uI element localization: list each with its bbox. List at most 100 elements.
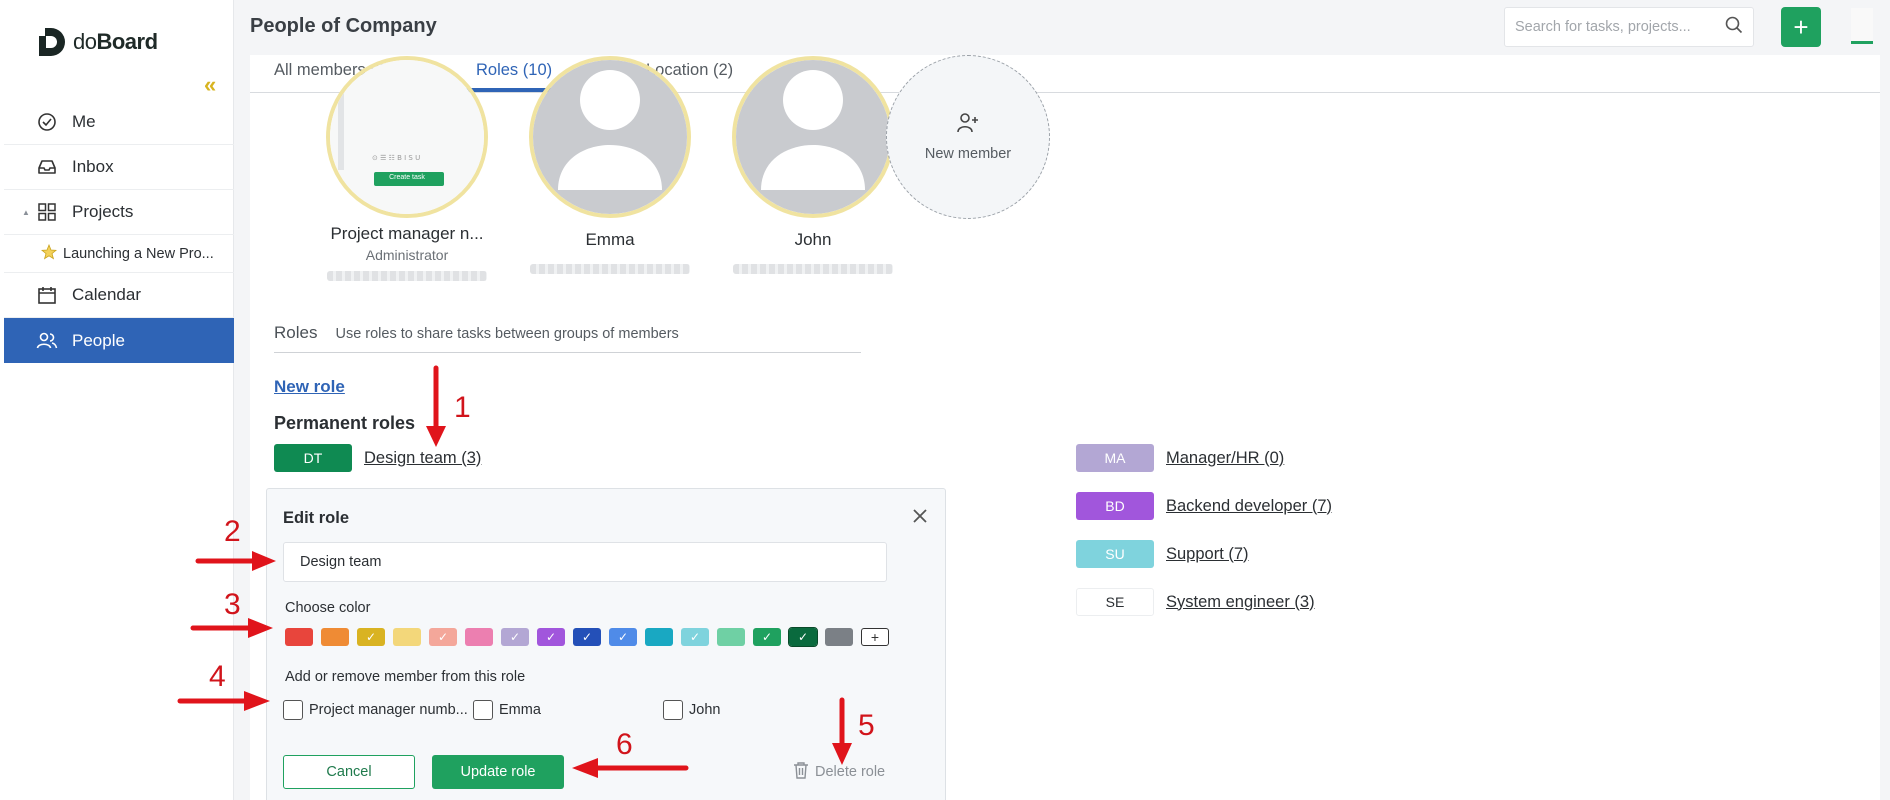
checkbox[interactable] [663,700,683,720]
sidebar-item-calendar[interactable]: Calendar [4,273,234,318]
role-link[interactable]: Manager/HR (0) [1166,449,1284,468]
member-card-emma[interactable]: Emma [510,56,710,274]
role-row-system-engineer[interactable]: SE System engineer (3) [1076,588,1315,616]
members-label: Add or remove member from this role [285,669,526,685]
search-input[interactable] [1515,19,1725,35]
color-swatch-light-teal[interactable]: ✓ [681,628,709,646]
role-row-backend-developer[interactable]: BD Backend developer (7) [1076,492,1332,520]
collapse-sidebar-icon[interactable]: « [204,72,216,98]
color-swatch-red[interactable] [285,628,313,646]
color-swatch-mint[interactable] [717,628,745,646]
role-link[interactable]: Design team (3) [364,449,481,468]
checkbox[interactable] [473,700,493,720]
color-swatch-dark-green-selected[interactable]: ✓ [788,627,818,647]
permanent-roles-title: Permanent roles [274,413,416,433]
sidebar-item-label: Inbox [72,157,114,176]
member-name: Emma [585,230,635,249]
check-icon: ✓ [509,630,521,644]
color-swatch-blue[interactable]: ✓ [609,628,637,646]
color-swatch-teal[interactable] [645,628,673,646]
color-swatch-salmon[interactable]: ✓ [429,628,457,646]
member-checkbox-project-manager[interactable]: Project manager numb... [283,700,468,720]
new-member-button[interactable]: New member [886,55,1050,219]
member-email-blurred [530,264,690,274]
checkbox-label: Project manager numb... [309,702,468,718]
sidebar-item-label: People [72,330,125,350]
color-swatch-dark-blue[interactable]: ✓ [573,628,601,646]
edit-role-dialog: Edit role Choose color ✓ ✓ ✓ ✓ ✓ ✓ ✓ ✓ ✓… [266,488,946,800]
color-swatch-pink[interactable] [465,628,493,646]
close-icon[interactable] [909,505,931,527]
roles-header: Roles Use roles to share tasks between g… [274,323,861,353]
role-badge: DT [274,444,352,472]
role-badge: SE [1076,588,1154,616]
cancel-button[interactable]: Cancel [283,755,415,789]
role-row-manager-hr[interactable]: MA Manager/HR (0) [1076,444,1284,472]
member-email-blurred [733,264,893,274]
logo-prefix: do [73,29,97,54]
search-box[interactable] [1504,7,1754,47]
check-icon: ✓ [365,630,377,644]
color-swatch-gray[interactable] [825,628,853,646]
check-icon: ✓ [545,630,557,644]
doboard-logo[interactable]: doBoard [37,26,158,58]
inbox-icon [36,156,58,178]
member-card-john[interactable]: John [713,56,913,274]
trash-icon [793,761,809,783]
sidebar-nav: Me Inbox ▲ Projects Launching a New Pro.… [4,100,234,363]
role-link[interactable]: System engineer (3) [1166,593,1315,612]
logo-suffix: Board [96,29,158,54]
main-content: All members (3) Roles (10) Location (2) … [250,55,1880,800]
role-link[interactable]: Support (7) [1166,545,1249,564]
member-card-project-manager[interactable]: ⊙ ☰ ☷ B I S U Create task Project manage… [307,56,507,281]
role-name-input[interactable] [283,542,887,582]
member-name: John [794,230,832,249]
search-icon[interactable] [1725,16,1743,39]
new-role-link[interactable]: New role [274,377,345,397]
tab-roles[interactable]: Roles (10) [476,61,552,80]
member-avatar [529,56,691,218]
update-role-button[interactable]: Update role [432,755,564,789]
member-avatar: ⊙ ☰ ☷ B I S U Create task [326,56,488,218]
sidebar-item-projects[interactable]: ▲ Projects [4,190,234,235]
member-checkbox-emma[interactable]: Emma [473,700,541,720]
member-checkbox-john[interactable]: John [663,700,720,720]
color-swatch-orange[interactable] [321,628,349,646]
member-avatar [732,56,894,218]
svg-text:⊙ ☰ ☷ B I S U: ⊙ ☰ ☷ B I S U [372,154,420,162]
add-color-button[interactable]: + [861,628,889,646]
color-swatch-lavender[interactable]: ✓ [501,628,529,646]
sidebar: doBoard « Me Inbox ▲ Projects Launching … [0,0,234,800]
checkbox-label: Emma [499,702,541,718]
expand-triangle-icon[interactable]: ▲ [22,208,30,217]
sidebar-item-me[interactable]: Me [4,100,234,145]
color-swatch-yellow[interactable] [393,628,421,646]
add-user-icon [956,112,980,138]
sidebar-item-inbox[interactable]: Inbox [4,145,234,190]
sidebar-item-label: Launching a New Pro... [63,245,214,262]
color-swatch-mustard[interactable]: ✓ [357,628,385,646]
role-row-design-team[interactable]: DT Design team (3) [274,444,481,472]
annotation-number-6: 6 [616,728,633,761]
user-avatar[interactable] [1851,8,1873,44]
add-button[interactable]: + [1781,7,1821,47]
edit-role-title: Edit role [283,509,350,527]
header: People of Company + [234,0,1890,55]
star-icon [40,243,58,264]
sidebar-item-people[interactable]: People [4,318,234,363]
sidebar-item-project-launching[interactable]: Launching a New Pro... [4,235,234,273]
role-link[interactable]: Backend developer (7) [1166,497,1332,516]
create-task-label: Create task [389,174,425,181]
check-icon: ✓ [581,630,593,644]
role-badge: BD [1076,492,1154,520]
calendar-icon [36,284,58,306]
checkbox[interactable] [283,700,303,720]
color-swatch-green[interactable]: ✓ [753,628,781,646]
check-icon: ✓ [761,630,773,644]
roles-title: Roles [274,323,318,342]
color-swatch-purple[interactable]: ✓ [537,628,565,646]
people-icon [36,330,58,352]
role-row-support[interactable]: SU Support (7) [1076,540,1249,568]
delete-role-button[interactable]: Delete role [793,761,885,783]
annotation-number-2: 2 [224,515,241,548]
